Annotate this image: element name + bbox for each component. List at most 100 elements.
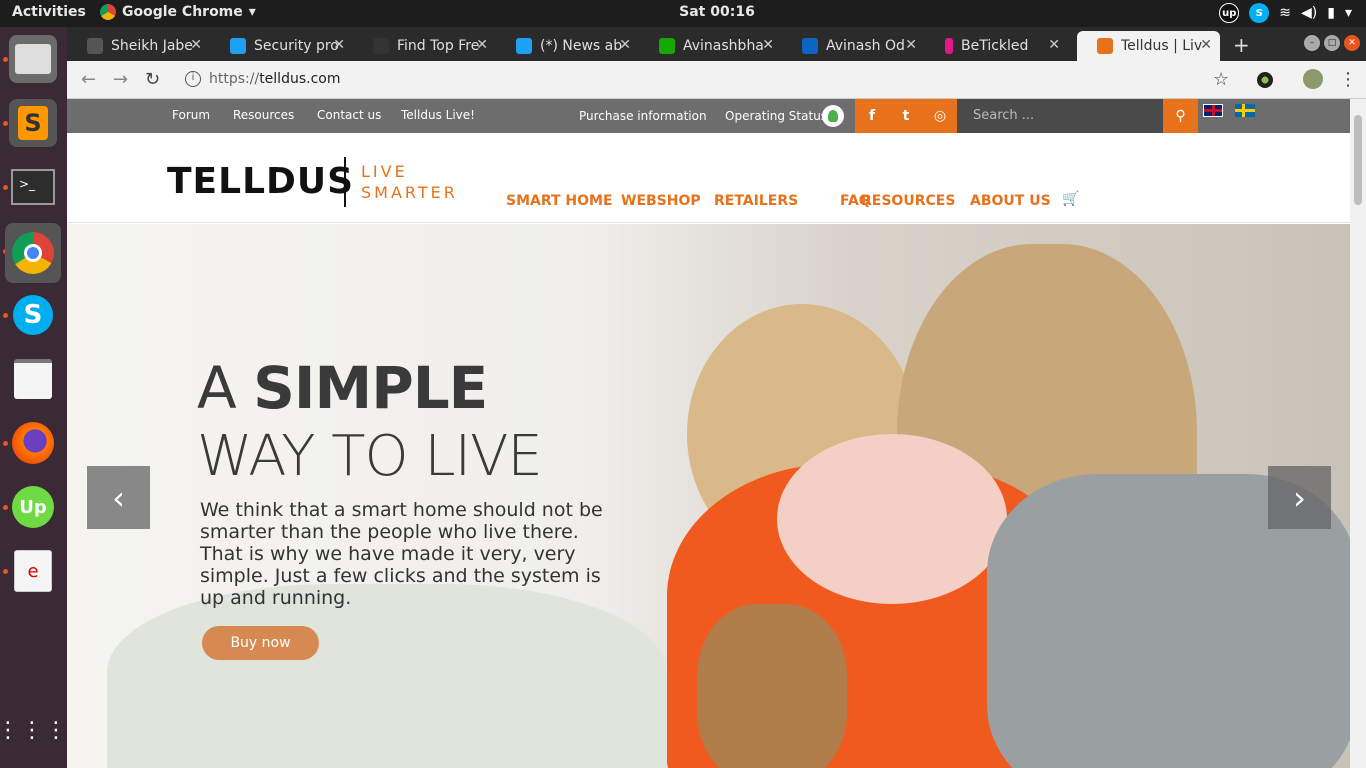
nav-about-us[interactable]: ABOUT US <box>970 193 1051 209</box>
running-indicator <box>3 505 8 510</box>
search-input[interactable]: Search ... <box>957 99 1163 133</box>
back-arrow-icon[interactable]: ← <box>81 69 96 90</box>
tab-favicon-icon <box>802 38 818 54</box>
nav-smart-home[interactable]: SMART HOME <box>506 193 613 209</box>
purchase-info-link[interactable]: Purchase information <box>579 109 707 123</box>
tagline-line2: SMARTER <box>361 183 458 202</box>
tab-favicon-icon <box>945 38 953 54</box>
upwork-icon[interactable]: Up <box>9 483 57 531</box>
firefox-icon[interactable] <box>9 419 57 467</box>
search-placeholder: Search ... <box>973 108 1035 123</box>
tagline-line1: LIVE <box>361 162 408 181</box>
tab[interactable]: Avinashbha ✕ <box>639 31 782 61</box>
close-tab-icon[interactable]: ✕ <box>1048 37 1060 53</box>
hero-description: We think that a smart home should not be… <box>200 499 603 609</box>
site-header: TELLDUS LIVE SMARTER SMART HOME WEBSHOP … <box>67 133 1350 223</box>
site-logo[interactable]: TELLDUS <box>167 161 354 202</box>
skype-icon[interactable]: S <box>9 291 57 339</box>
launcher-dock: S >_ S Up e ⋮⋮⋮ <box>0 27 67 768</box>
tab-favicon-icon <box>230 38 246 54</box>
status-bulb-icon[interactable] <box>822 105 844 127</box>
reload-icon[interactable]: ↻ <box>145 69 160 90</box>
avatar[interactable] <box>1303 69 1323 89</box>
tab[interactable]: Security pro ✕ <box>210 31 353 61</box>
extension-icon[interactable] <box>1257 72 1273 88</box>
close-tab-icon[interactable]: ✕ <box>190 37 202 53</box>
tab-favicon-icon <box>87 38 103 54</box>
slider-prev-icon[interactable]: ‹ <box>87 466 150 529</box>
menu-dots-icon[interactable]: ⋮ <box>1339 69 1357 90</box>
sublime-text-icon[interactable]: S <box>9 99 57 147</box>
site-tagline: LIVE SMARTER <box>361 161 458 203</box>
url-field[interactable]: https://telldus.com <box>209 71 340 87</box>
twitter-icon[interactable]: t <box>889 99 923 133</box>
tab[interactable]: Find Top Fre ✕ <box>353 31 496 61</box>
tab-favicon-icon <box>1097 38 1113 54</box>
nav-resources[interactable]: RESOURCES <box>861 193 955 209</box>
buy-now-button[interactable]: Buy now <box>202 626 319 660</box>
running-indicator <box>3 121 8 126</box>
volume-icon[interactable]: ◀) <box>1301 5 1317 21</box>
tab-title: BeTickled <box>961 38 1029 54</box>
tab[interactable]: BeTickled ✕ <box>925 31 1068 61</box>
nav-retailers[interactable]: RETAILERS <box>714 193 798 209</box>
slider-next-icon[interactable]: › <box>1268 466 1331 529</box>
hero-pillow <box>107 584 667 768</box>
close-tab-icon[interactable]: ✕ <box>1200 37 1212 53</box>
battery-icon[interactable]: ▮ <box>1327 5 1335 21</box>
address-bar: ← → ↻ i https://telldus.com ☆ ⋮ <box>67 61 1366 99</box>
cart-icon[interactable]: 🛒 <box>1062 191 1079 207</box>
logo-divider <box>344 157 346 207</box>
scrollbar-thumb[interactable] <box>1354 115 1362 205</box>
uk-flag-icon[interactable] <box>1203 104 1223 117</box>
nav-webshop[interactable]: WEBSHOP <box>621 193 701 209</box>
search-icon[interactable]: ⚲ <box>1163 99 1198 133</box>
util-link-contact[interactable]: Contact us <box>317 108 381 122</box>
close-window-icon[interactable]: ✕ <box>1344 35 1360 51</box>
running-indicator <box>3 185 8 190</box>
hero-slider: A SIMPLE WAY TO LIVE We think that a sma… <box>67 224 1350 768</box>
chevron-down-icon[interactable]: ▾ <box>1345 5 1352 21</box>
util-link-resources[interactable]: Resources <box>233 108 294 122</box>
pdf-viewer-icon[interactable]: e <box>9 547 57 595</box>
close-tab-icon[interactable]: ✕ <box>333 37 345 53</box>
files-icon[interactable] <box>9 35 57 83</box>
chrome-dock-icon[interactable] <box>5 223 61 283</box>
bookmark-star-icon[interactable]: ☆ <box>1213 69 1229 90</box>
skype-tray-icon[interactable]: S <box>1249 3 1270 23</box>
wifi-icon[interactable]: ≋ <box>1279 5 1291 21</box>
operating-status-link[interactable]: Operating Status <box>725 109 827 123</box>
close-tab-icon[interactable]: ✕ <box>476 37 488 53</box>
minimize-icon[interactable]: – <box>1304 35 1320 51</box>
instagram-icon[interactable]: ◎ <box>923 99 957 133</box>
close-tab-icon[interactable]: ✕ <box>905 37 917 53</box>
close-tab-icon[interactable]: ✕ <box>619 37 631 53</box>
tab-active[interactable]: Telldus | Liv ✕ <box>1077 31 1220 61</box>
close-tab-icon[interactable]: ✕ <box>762 37 774 53</box>
running-indicator <box>3 57 8 62</box>
running-indicator <box>3 313 8 318</box>
sweden-flag-icon[interactable] <box>1235 104 1255 117</box>
show-apps-icon[interactable]: ⋮⋮⋮ <box>0 707 67 755</box>
info-icon[interactable]: i <box>185 71 201 87</box>
new-tab-button[interactable]: + <box>1233 33 1250 57</box>
maximize-icon[interactable]: □ <box>1324 35 1340 51</box>
text-editor-icon[interactable] <box>9 355 57 403</box>
tab[interactable]: Sheikh Jabe ✕ <box>67 31 210 61</box>
util-link-telldus-live[interactable]: Telldus Live! <box>401 108 475 122</box>
clock[interactable]: Sat 00:16 <box>0 4 1366 20</box>
hero-photo <box>657 244 1350 768</box>
upwork-tray-icon[interactable]: up <box>1219 3 1240 23</box>
tab-favicon-icon <box>373 38 389 54</box>
facebook-icon[interactable]: f <box>855 99 889 133</box>
util-link-forum[interactable]: Forum <box>172 108 210 122</box>
page-scrollbar[interactable] <box>1350 99 1366 768</box>
tab[interactable]: (*) News ab ✕ <box>496 31 639 61</box>
forward-arrow-icon[interactable]: → <box>113 69 128 90</box>
tab[interactable]: Avinash Od ✕ <box>782 31 925 61</box>
tab-favicon-icon <box>516 38 532 54</box>
terminal-icon[interactable]: >_ <box>9 163 57 211</box>
running-indicator <box>3 441 8 446</box>
system-tray: up S ≋ ◀) ▮ ▾ <box>1219 3 1352 23</box>
page-content: Forum Resources Contact us Telldus Live!… <box>67 99 1350 768</box>
